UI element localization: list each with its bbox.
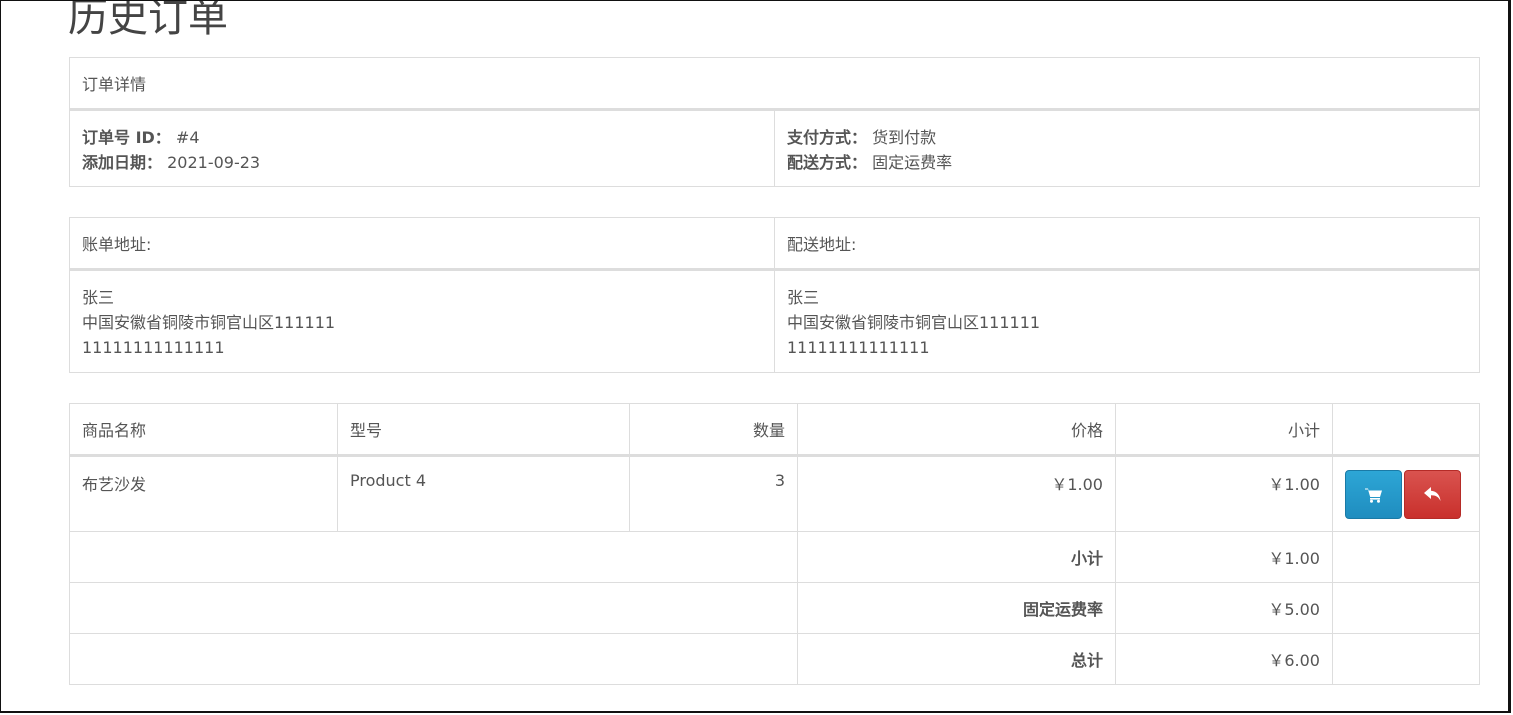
table-row: 布艺沙发 Product 4 3 ￥1.00 ￥1.00 — [69, 455, 1480, 532]
order-details-table: 订单详情 订单号 ID： #4 添加日期： 2021-09-23 支付方式： 货… — [68, 57, 1481, 187]
method-info-cell: 支付方式： 货到付款 配送方式： 固定运费率 — [773, 109, 1481, 187]
shipping-address: 张三 中国安徽省铜陵市铜官山区111111 11111111111111 — [774, 269, 1480, 373]
shopping-cart-icon — [1364, 488, 1382, 503]
product-name: 布艺沙发 — [69, 455, 338, 532]
address-table: 账单地址: 配送地址: 张三 中国安徽省铜陵市铜官山区111111 111111… — [69, 217, 1480, 373]
payment-address-header: 账单地址: — [69, 217, 775, 271]
page-title: 历史订单 — [68, 0, 228, 41]
shipping-address-line: 中国安徽省铜陵市铜官山区111111 — [787, 313, 1041, 332]
payment-address: 张三 中国安徽省铜陵市铜官山区111111 11111111111111 — [69, 269, 775, 373]
product-price: ￥1.00 — [797, 455, 1116, 532]
shipping-address-name: 张三 — [787, 288, 820, 307]
totals-row: 总计 ￥6.00 — [69, 633, 1480, 685]
payment-address-name: 张三 — [82, 288, 115, 307]
order-info-cell: 订单号 ID： #4 添加日期： 2021-09-23 — [69, 109, 775, 187]
totals-label: 固定运费率 — [797, 582, 1116, 634]
product-model: Product 4 — [337, 455, 630, 532]
column-header-actions — [1332, 403, 1480, 457]
shipping-address-header: 配送地址: — [774, 217, 1480, 271]
column-header-price: 价格 — [797, 403, 1116, 457]
totals-row: 小计 ￥1.00 — [69, 531, 1480, 583]
payment-address-phone: 11111111111111 — [82, 338, 225, 357]
shipping-method-label: 配送方式： — [787, 153, 868, 172]
product-total: ￥1.00 — [1115, 455, 1333, 532]
column-header-total: 小计 — [1115, 403, 1333, 457]
shipping-method-value: 固定运费率 — [872, 153, 953, 172]
column-header-quantity: 数量 — [629, 403, 798, 457]
order-id-value: #4 — [175, 128, 200, 147]
payment-address-line: 中国安徽省铜陵市铜官山区111111 — [82, 313, 336, 332]
product-actions — [1332, 455, 1480, 532]
totals-label: 总计 — [797, 633, 1116, 685]
totals-value: ￥1.00 — [1115, 531, 1333, 583]
order-id-label: 订单号 ID： — [82, 128, 171, 147]
payment-method-value: 货到付款 — [872, 128, 937, 147]
reorder-button[interactable] — [1345, 470, 1402, 519]
column-header-model: 型号 — [337, 403, 630, 457]
totals-label: 小计 — [797, 531, 1116, 583]
column-header-product-name: 商品名称 — [69, 403, 338, 457]
product-quantity: 3 — [629, 455, 798, 532]
return-button[interactable] — [1404, 470, 1461, 519]
totals-value: ￥6.00 — [1115, 633, 1333, 685]
payment-method-label: 支付方式： — [787, 128, 868, 147]
totals-row: 固定运费率 ￥5.00 — [69, 582, 1480, 634]
products-table: 商品名称 型号 数量 价格 小计 布艺沙发 Product 4 3 ￥1.00 … — [69, 403, 1480, 685]
date-added-value: 2021-09-23 — [167, 153, 261, 172]
date-added-label: 添加日期： — [82, 153, 163, 172]
reply-icon — [1423, 486, 1440, 501]
shipping-address-phone: 11111111111111 — [787, 338, 930, 357]
order-details-header: 订单详情 — [68, 57, 1481, 111]
totals-value: ￥5.00 — [1115, 582, 1333, 634]
